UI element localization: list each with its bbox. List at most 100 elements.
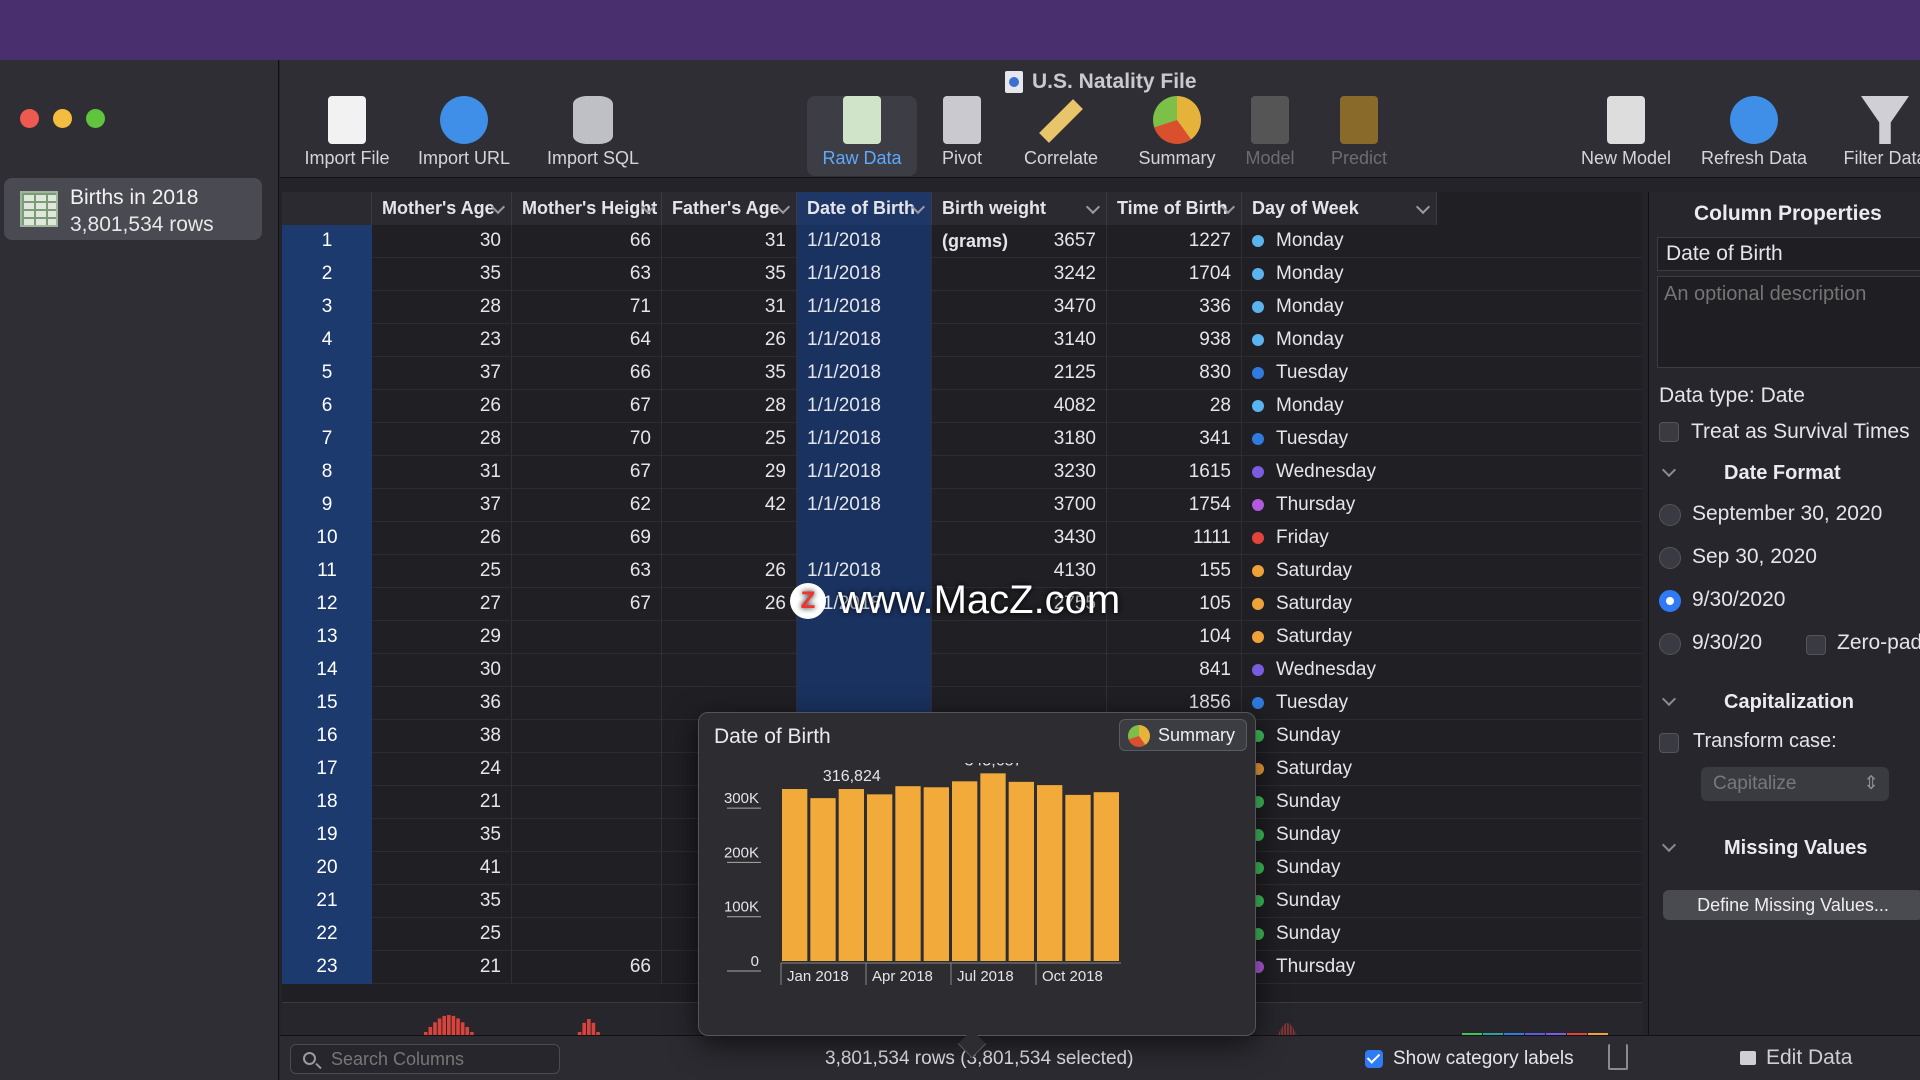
column-header-tob[interactable]: Time of Birth [1107,192,1242,225]
cell-mh[interactable]: 66 [512,225,662,258]
cell-fa[interactable]: 29 [662,456,797,489]
cell-ma[interactable]: 25 [372,555,512,588]
table-row[interactable]: 3 28 71 31 1/1/2018 3470 336 Monday [282,291,1642,324]
cell-ma[interactable]: 23 [372,324,512,357]
column-name-field[interactable] [1657,237,1920,271]
cell-ma[interactable]: 35 [372,885,512,918]
cell-day-of-week[interactable]: Monday [1242,291,1442,324]
capitalize-select[interactable]: Capitalize ⇕ [1701,767,1889,801]
cell-dob[interactable]: 1/1/2018 [797,456,932,489]
cell-bw[interactable]: 3140 [932,324,1107,357]
cell-tob[interactable]: 28 [1107,390,1242,423]
cell-ma[interactable]: 28 [372,423,512,456]
cell-bw[interactable]: 3657 [932,225,1107,258]
cell-fa[interactable]: 26 [662,555,797,588]
date-format-disclosure-icon[interactable] [1661,462,1677,478]
cell-mh[interactable]: 67 [512,588,662,621]
cell-day-of-week[interactable]: Thursday [1242,951,1442,984]
cell-day-of-week[interactable]: Sunday [1242,852,1442,885]
cell-tob[interactable]: 104 [1107,621,1242,654]
table-row[interactable]: 13 29 104 Saturday [282,621,1642,654]
cell-ma[interactable]: 30 [372,654,512,687]
toolbar-correlate-button[interactable]: Correlate [1018,96,1104,176]
format-radio-1[interactable] [1659,504,1681,526]
cell-bw[interactable]: 3430 [932,522,1107,555]
cell-dob[interactable]: 1/1/2018 [797,423,932,456]
cell-mh[interactable] [512,687,662,720]
cell-dob[interactable]: 1/1/2018 [797,357,932,390]
table-row[interactable]: 10 26 69 3430 1111 Friday [282,522,1642,555]
zoom-button[interactable] [86,109,105,128]
cell-day-of-week[interactable]: Wednesday [1242,456,1442,489]
table-row[interactable]: 4 23 64 26 1/1/2018 3140 938 Monday [282,324,1642,357]
format-radio-2[interactable] [1659,547,1681,569]
cell-day-of-week[interactable]: Sunday [1242,786,1442,819]
checkbox-checked-icon[interactable] [1365,1050,1383,1068]
cell-day-of-week[interactable]: Sunday [1242,720,1442,753]
show-category-labels[interactable]: Show category labels [1365,1048,1574,1070]
cell-mh[interactable]: 69 [512,522,662,555]
cell-fa[interactable]: 35 [662,258,797,291]
cell-day-of-week[interactable]: Tuesday [1242,423,1442,456]
cell-mh[interactable]: 63 [512,258,662,291]
zero-pad-checkbox[interactable] [1806,635,1826,655]
cell-mh[interactable]: 70 [512,423,662,456]
cell-tob[interactable]: 105 [1107,588,1242,621]
cell-fa[interactable] [662,654,797,687]
cell-ma[interactable]: 26 [372,522,512,555]
cell-mh[interactable]: 71 [512,291,662,324]
chevron-down-icon[interactable] [1085,199,1101,215]
table-row[interactable]: 9 37 62 42 1/1/2018 3700 1754 Thursday [282,489,1642,522]
cell-ma[interactable]: 21 [372,951,512,984]
cell-bw[interactable]: 3700 [932,489,1107,522]
cell-day-of-week[interactable]: Tuesday [1242,357,1442,390]
toolbar-import-file-button[interactable]: Import File [292,96,402,176]
toolbar-import-sql-button[interactable]: Import SQL [528,96,658,176]
cell-dob[interactable]: 1/1/2018 [797,225,932,258]
cell-day-of-week[interactable]: Saturday [1242,753,1442,786]
cell-mh[interactable] [512,918,662,951]
edit-data-button[interactable]: Edit Data [1740,1046,1852,1070]
transform-case-checkbox[interactable] [1659,733,1679,753]
cell-mh[interactable] [512,819,662,852]
cell-fa[interactable]: 42 [662,489,797,522]
cell-mh[interactable] [512,621,662,654]
table-row[interactable]: 6 26 67 28 1/1/2018 4082 28 Monday [282,390,1642,423]
close-button[interactable] [20,109,39,128]
cell-dob[interactable] [797,654,932,687]
cell-mh[interactable] [512,786,662,819]
cell-bw[interactable]: 2125 [932,357,1107,390]
cell-mh[interactable]: 67 [512,390,662,423]
cell-mh[interactable]: 63 [512,555,662,588]
cell-mh[interactable]: 66 [512,951,662,984]
cell-mh[interactable] [512,753,662,786]
cell-mh[interactable] [512,654,662,687]
cell-tob[interactable]: 830 [1107,357,1242,390]
cell-day-of-week[interactable]: Monday [1242,225,1442,258]
cell-ma[interactable]: 26 [372,390,512,423]
cell-mh[interactable] [512,720,662,753]
cell-bw[interactable]: 3180 [932,423,1107,456]
table-row[interactable]: 2 35 63 35 1/1/2018 3242 1704 Monday [282,258,1642,291]
cell-ma[interactable]: 24 [372,753,512,786]
capitalization-disclosure-icon[interactable] [1661,691,1677,707]
cell-day-of-week[interactable]: Friday [1242,522,1442,555]
toolbar-model-button[interactable]: Model [1232,96,1308,176]
column-header-fa[interactable]: Father's Age [662,192,797,225]
cell-day-of-week[interactable]: Saturday [1242,621,1442,654]
column-header-mh[interactable]: Mother's Height [512,192,662,225]
cell-mh[interactable]: 64 [512,324,662,357]
cell-dob[interactable]: 1/1/2018 [797,489,932,522]
cell-mh[interactable]: 62 [512,489,662,522]
cell-ma[interactable]: 25 [372,918,512,951]
cell-day-of-week[interactable]: Wednesday [1242,654,1442,687]
cell-ma[interactable]: 27 [372,588,512,621]
format-radio-3[interactable] [1659,590,1681,612]
cell-ma[interactable]: 41 [372,852,512,885]
cell-tob[interactable]: 841 [1107,654,1242,687]
cell-dob[interactable] [797,621,932,654]
cell-ma[interactable]: 38 [372,720,512,753]
cell-tob[interactable]: 1111 [1107,522,1242,555]
cell-ma[interactable]: 21 [372,786,512,819]
cell-ma[interactable]: 37 [372,489,512,522]
